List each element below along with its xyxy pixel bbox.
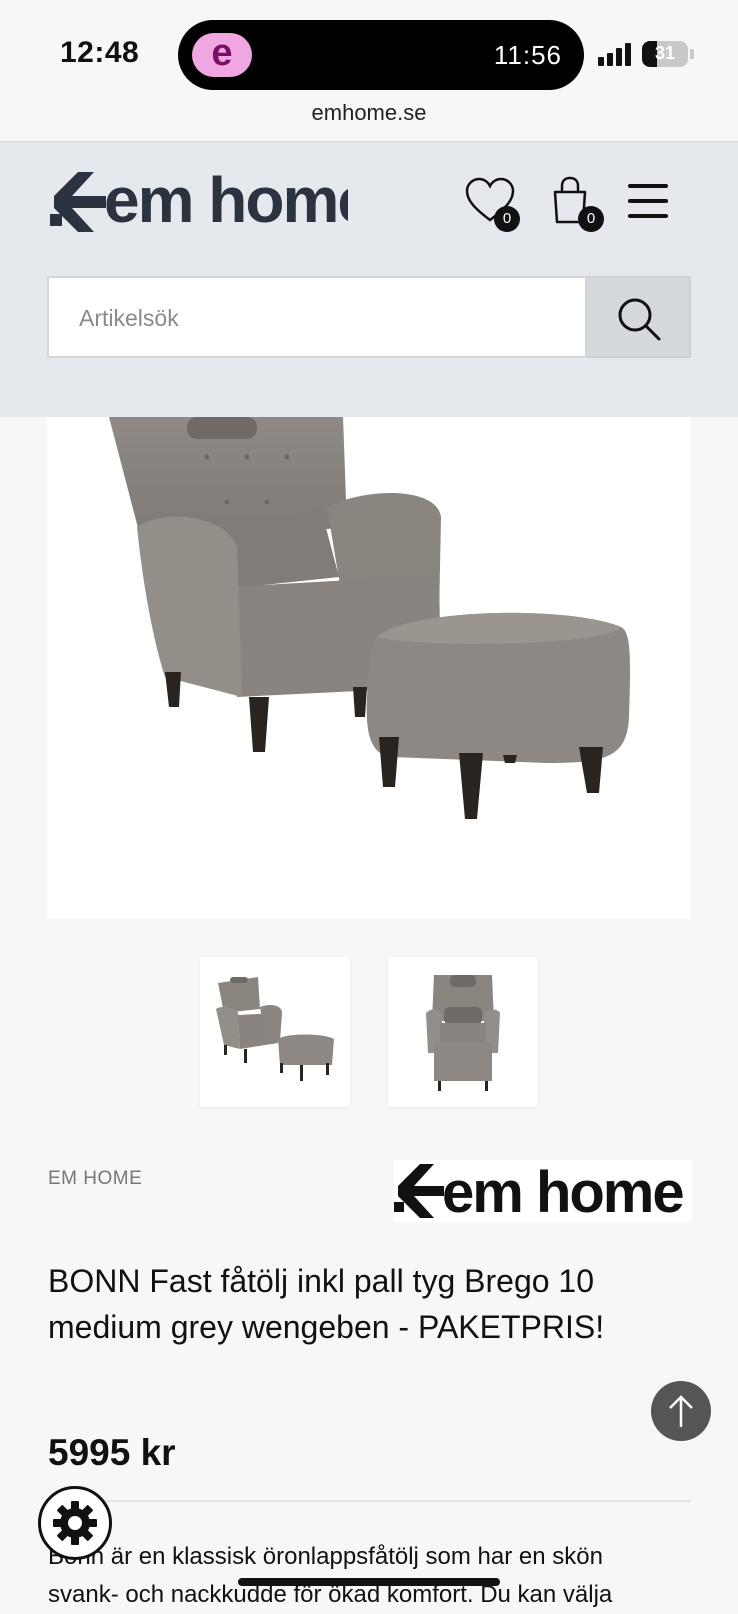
thumbnail-2[interactable] (388, 957, 538, 1107)
thumbnail-chair-side-image (216, 977, 334, 1081)
battery-level: 31 (654, 43, 676, 63)
wishlist-count-badge: 0 (494, 206, 520, 232)
logo-text: em home (104, 166, 348, 236)
thumbnail-1[interactable] (200, 957, 350, 1107)
search-icon (618, 298, 661, 341)
cart-count-badge: 0 (578, 206, 604, 232)
arrow-up-icon (669, 1395, 693, 1427)
product-main-image[interactable] (47, 417, 691, 919)
section-divider (48, 1500, 691, 1502)
status-time: 12:48 (60, 36, 140, 69)
search-box (47, 276, 587, 358)
gear-icon (53, 1501, 97, 1545)
brand-label[interactable]: EM HOME (48, 1168, 142, 1190)
em-home-logo[interactable]: em home (48, 166, 348, 236)
battery-icon: 31 (642, 41, 688, 67)
cellular-signal-icon (598, 42, 634, 66)
status-bar: 12:48 e 11:56 31 (0, 0, 738, 100)
dynamic-island[interactable]: e 11:56 (178, 20, 584, 90)
product-title: BONN Fast fåtölj inkl pall tyg Brego 10 … (48, 1263, 605, 1345)
search-input[interactable] (77, 278, 561, 358)
site-header: em home 0 0 (0, 142, 738, 417)
island-timer: 11:56 (493, 40, 562, 70)
battery-nub (690, 49, 694, 59)
address-bar-url[interactable]: emhome.se (0, 100, 738, 126)
search-button[interactable] (587, 276, 691, 358)
description-line-1: Bonn är en klassisk öronlappsfåtölj som … (48, 1543, 603, 1570)
island-app-icon: e (192, 33, 252, 77)
cookie-settings-button[interactable] (38, 1486, 112, 1560)
wishlist-button[interactable]: 0 (464, 174, 520, 232)
brand-logo-text: em home (442, 1160, 683, 1222)
product-price: 5995 kr (48, 1432, 176, 1473)
scroll-to-top-button[interactable] (651, 1381, 711, 1441)
product-description: Bonn är en klassisk öronlappsfåtölj som … (48, 1538, 738, 1614)
home-indicator[interactable] (238, 1578, 500, 1586)
armchair-with-ottoman-image (109, 417, 631, 819)
hamburger-menu-icon[interactable] (628, 184, 668, 218)
cart-button[interactable]: 0 (546, 174, 604, 232)
thumbnail-chair-front-image (426, 975, 500, 1091)
brand-logo-image: em home (394, 1160, 692, 1222)
